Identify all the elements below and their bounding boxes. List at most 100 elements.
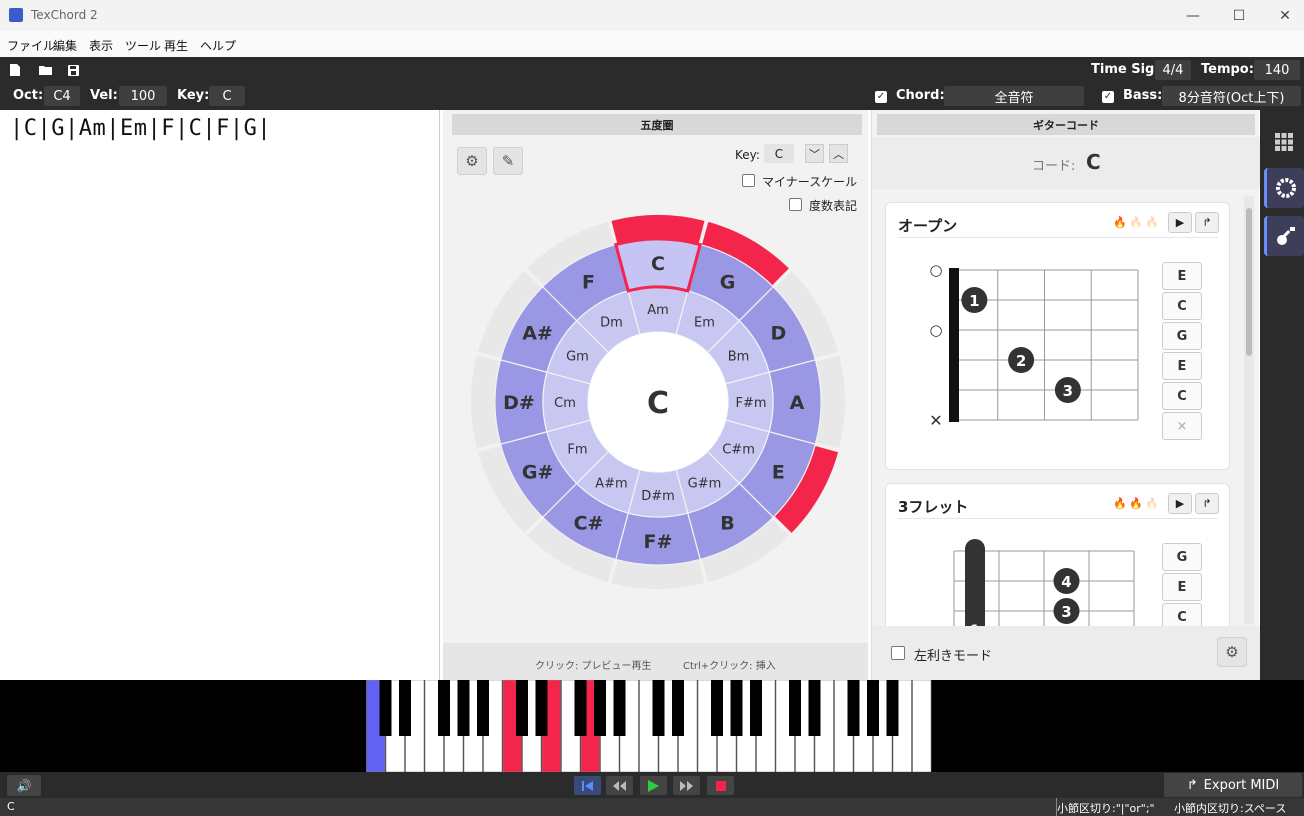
fast-forward-button[interactable]: [673, 776, 700, 795]
string-note-button[interactable]: C: [1162, 382, 1202, 410]
string-note-button[interactable]: E: [1162, 352, 1202, 380]
tempo-field[interactable]: 140: [1254, 60, 1300, 80]
status-current-chord: C: [7, 800, 15, 813]
save-icon[interactable]: [67, 64, 80, 77]
skip-to-start-button[interactable]: [574, 776, 601, 795]
black-key[interactable]: [886, 680, 899, 736]
black-key[interactable]: [652, 680, 665, 736]
black-key[interactable]: [750, 680, 762, 736]
scrollbar[interactable]: [1244, 196, 1254, 624]
key-up-button[interactable]: ︿: [829, 144, 848, 163]
divider: [898, 237, 1218, 238]
circle-edit-button[interactable]: ✎: [493, 147, 523, 175]
difficulty-icon: 🔥: [1145, 497, 1159, 510]
chord-grid-tab[interactable]: [1264, 122, 1304, 162]
key-field[interactable]: C: [209, 86, 245, 106]
time-sig-field[interactable]: 4/4: [1155, 60, 1191, 80]
black-key[interactable]: [808, 680, 821, 736]
menu-tools[interactable]: ツール: [125, 37, 161, 54]
black-key[interactable]: [574, 680, 587, 736]
chord-checkbox[interactable]: ✓: [875, 91, 887, 103]
minor-scale-checkbox[interactable]: [742, 174, 755, 187]
minor-key-label: Dm: [600, 315, 623, 330]
circle-of-fifths[interactable]: C G D A E B F# C# G# D# A# F Am Em Bm F#m C#m G#m D#m A#m Fm…: [468, 212, 848, 592]
play-icon: [648, 779, 659, 792]
black-key[interactable]: [457, 680, 470, 736]
scrollbar-thumb[interactable]: [1246, 208, 1252, 356]
string-note-button[interactable]: G: [1162, 543, 1202, 571]
play-chord-button[interactable]: ▶: [1168, 493, 1192, 514]
insert-chord-button[interactable]: ↱: [1195, 212, 1219, 233]
black-key[interactable]: [730, 680, 743, 736]
export-midi-label: Export MIDI: [1203, 777, 1280, 793]
major-key-label: C: [651, 253, 665, 275]
black-key[interactable]: [847, 680, 860, 736]
export-midi-button[interactable]: ↱ Export MIDI: [1164, 773, 1302, 797]
time-sig-label: Time Sig:: [1091, 62, 1160, 77]
minimize-button[interactable]: —: [1170, 0, 1216, 31]
white-key[interactable]: [912, 680, 932, 772]
black-key[interactable]: [438, 680, 450, 736]
circle-settings-button[interactable]: ⚙: [457, 147, 487, 175]
divider: [898, 518, 1218, 519]
minor-key-label: Am: [647, 303, 669, 318]
open-folder-icon[interactable]: [38, 64, 54, 76]
play-chord-button[interactable]: ▶: [1168, 212, 1192, 233]
oct-field[interactable]: C4: [44, 86, 80, 106]
volume-button[interactable]: 🔊: [7, 775, 41, 796]
black-key[interactable]: [867, 680, 879, 736]
black-key[interactable]: [711, 680, 723, 736]
new-file-icon[interactable]: [9, 63, 21, 77]
vel-field[interactable]: 100: [119, 86, 167, 106]
insert-chord-button[interactable]: ↱: [1195, 493, 1219, 514]
finger-number: 2: [1016, 352, 1026, 370]
vel-label: Vel:: [90, 88, 118, 103]
guitar-tab[interactable]: [1264, 216, 1304, 256]
key-label: Key:: [177, 88, 210, 103]
string-note-button[interactable]: G: [1162, 322, 1202, 350]
black-key[interactable]: [535, 680, 548, 736]
stop-button[interactable]: [707, 776, 734, 795]
black-key[interactable]: [672, 680, 684, 736]
black-key[interactable]: [594, 680, 606, 736]
string-note-button[interactable]: E: [1162, 262, 1202, 290]
menu-edit[interactable]: 編集: [53, 37, 77, 54]
finger-number: 3: [1061, 603, 1071, 621]
degree-notation-checkbox[interactable]: [789, 198, 802, 211]
menu-bar: ファイル 編集 表示 ツール 再生 ヘルプ: [0, 31, 1304, 57]
maximize-button[interactable]: ☐: [1216, 0, 1262, 31]
piano-keyboard[interactable]: [0, 680, 1304, 772]
menu-play[interactable]: 再生: [164, 37, 188, 54]
black-key[interactable]: [613, 680, 626, 736]
menu-file[interactable]: ファイル: [7, 37, 55, 54]
circle-of-fifths-tab[interactable]: [1264, 168, 1304, 208]
guitar-settings-button[interactable]: ⚙: [1217, 637, 1247, 667]
bass-checkbox[interactable]: ✓: [1102, 91, 1114, 103]
play-button[interactable]: [640, 776, 667, 795]
key-down-button[interactable]: ﹀: [805, 144, 824, 163]
black-key[interactable]: [477, 680, 489, 736]
title-bar: TexChord 2 — ☐ ✕: [0, 0, 1304, 31]
speaker-icon: 🔊: [16, 778, 32, 793]
string-note-button[interactable]: C: [1162, 292, 1202, 320]
black-key[interactable]: [516, 680, 528, 736]
gear-icon: ⚙: [1225, 643, 1239, 661]
menu-view[interactable]: 表示: [89, 37, 113, 54]
close-button[interactable]: ✕: [1262, 0, 1304, 31]
black-key[interactable]: [789, 680, 801, 736]
bass-mode-select[interactable]: 8分音符(Oct上下): [1162, 86, 1301, 106]
menu-help[interactable]: ヘルプ: [200, 37, 236, 54]
rewind-button[interactable]: [606, 776, 633, 795]
left-hand-checkbox[interactable]: [891, 646, 905, 660]
circle-key-field[interactable]: C: [764, 144, 794, 163]
chord-text-editor[interactable]: |C|G|Am|Em|F|C|F|G|: [2, 110, 440, 680]
guitar-panel-header: ギターコード: [877, 114, 1255, 135]
black-key[interactable]: [399, 680, 411, 736]
black-key[interactable]: [379, 680, 392, 736]
chord-mode-select[interactable]: 全音符: [944, 86, 1084, 106]
string-note-button[interactable]: ×: [1162, 412, 1202, 440]
piano-keys[interactable]: [366, 680, 946, 772]
file-toolbar: Time Sig: 4/4 Tempo: 140: [0, 57, 1304, 84]
string-note-button[interactable]: E: [1162, 573, 1202, 601]
nut: [949, 268, 959, 422]
